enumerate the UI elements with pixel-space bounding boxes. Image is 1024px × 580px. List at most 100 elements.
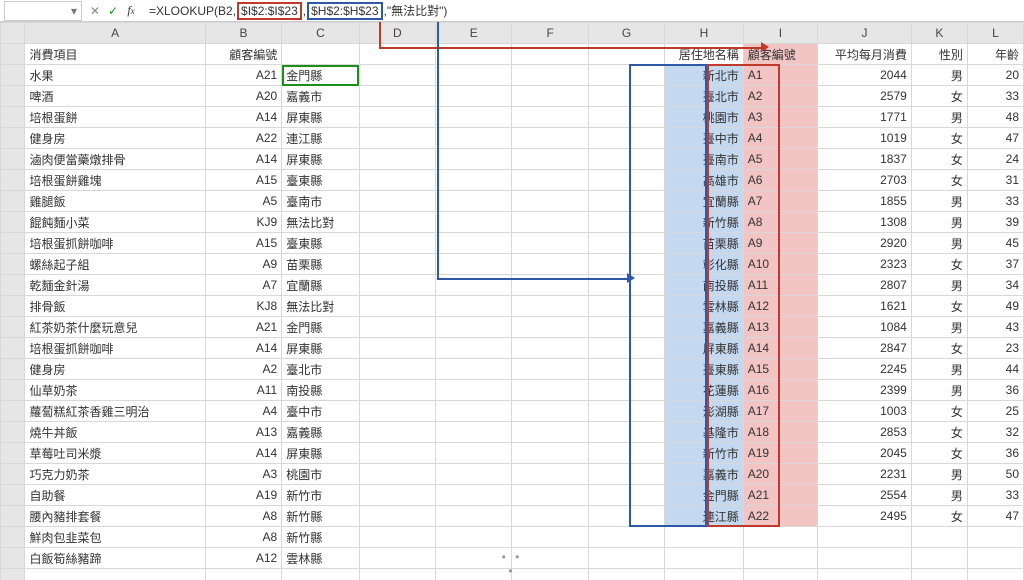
cell[interactable]: [436, 128, 512, 149]
cell[interactable]: 女: [911, 86, 967, 107]
cell[interactable]: A3: [205, 464, 281, 485]
cell[interactable]: 49: [967, 296, 1023, 317]
cell[interactable]: 嘉義縣: [282, 422, 359, 443]
name-box-dropdown-icon[interactable]: ▾: [67, 4, 81, 18]
cell[interactable]: [359, 44, 435, 65]
row-header[interactable]: [1, 128, 25, 149]
cell[interactable]: [512, 506, 588, 527]
cell[interactable]: [359, 275, 435, 296]
row-header[interactable]: [1, 506, 25, 527]
row-header[interactable]: [1, 380, 25, 401]
cell[interactable]: [436, 296, 512, 317]
cell[interactable]: 居住地名稱: [665, 44, 743, 65]
cell[interactable]: 男: [911, 107, 967, 128]
cell[interactable]: 培根蛋抓餅咖啡: [25, 233, 205, 254]
cell[interactable]: A15: [205, 233, 281, 254]
cell[interactable]: 33: [967, 86, 1023, 107]
cell[interactable]: 20: [967, 65, 1023, 86]
select-all[interactable]: [1, 23, 25, 44]
cell[interactable]: [512, 275, 588, 296]
cell[interactable]: A14: [205, 107, 281, 128]
cell[interactable]: 女: [911, 149, 967, 170]
cell[interactable]: [359, 107, 435, 128]
cell[interactable]: 培根蛋餅: [25, 107, 205, 128]
cell[interactable]: 南投縣: [282, 380, 359, 401]
cell[interactable]: A14: [205, 149, 281, 170]
cell[interactable]: 1308: [818, 212, 912, 233]
cell[interactable]: 50: [967, 464, 1023, 485]
col-J[interactable]: J: [818, 23, 912, 44]
cell[interactable]: 啤酒: [25, 86, 205, 107]
col-L[interactable]: L: [967, 23, 1023, 44]
cell[interactable]: [967, 527, 1023, 548]
cell[interactable]: [512, 170, 588, 191]
row-header[interactable]: [1, 527, 25, 548]
cell[interactable]: 女: [911, 401, 967, 422]
cell[interactable]: 金門縣: [282, 65, 359, 86]
cell[interactable]: 紅茶奶茶什麼玩意兒: [25, 317, 205, 338]
cell[interactable]: 平均每月消費: [818, 44, 912, 65]
cell[interactable]: [743, 548, 817, 569]
cell[interactable]: A4: [205, 401, 281, 422]
cell[interactable]: 女: [911, 443, 967, 464]
row-header[interactable]: [1, 464, 25, 485]
cell[interactable]: [818, 527, 912, 548]
confirm-icon[interactable]: ✓: [104, 4, 122, 18]
cell[interactable]: [436, 275, 512, 296]
cell[interactable]: [436, 464, 512, 485]
cell[interactable]: 男: [911, 191, 967, 212]
name-box[interactable]: ▾: [4, 1, 82, 21]
cell[interactable]: 43: [967, 317, 1023, 338]
cell[interactable]: 培根蛋餅雞塊: [25, 170, 205, 191]
col-A[interactable]: A: [25, 23, 205, 44]
cell[interactable]: [359, 170, 435, 191]
cell[interactable]: [359, 317, 435, 338]
cell[interactable]: 2920: [818, 233, 912, 254]
fx-icon[interactable]: fx: [122, 3, 140, 18]
row-header[interactable]: [1, 65, 25, 86]
row-header[interactable]: [1, 359, 25, 380]
cell[interactable]: A22: [205, 128, 281, 149]
cell[interactable]: 36: [967, 443, 1023, 464]
row-header[interactable]: [1, 422, 25, 443]
cell[interactable]: [359, 128, 435, 149]
cell[interactable]: [436, 380, 512, 401]
cell[interactable]: 性別: [911, 44, 967, 65]
formula-input[interactable]: =XLOOKUP(B2, $I$2:$I$23 , $H$2:$H$23 ,"無…: [144, 2, 448, 20]
cell[interactable]: [512, 338, 588, 359]
cell[interactable]: 男: [911, 464, 967, 485]
cell[interactable]: [359, 422, 435, 443]
cell[interactable]: A2: [205, 359, 281, 380]
cell[interactable]: [436, 149, 512, 170]
cell[interactable]: [512, 527, 588, 548]
cell[interactable]: [512, 443, 588, 464]
cell[interactable]: [436, 317, 512, 338]
cell[interactable]: 連江縣: [282, 128, 359, 149]
cell[interactable]: A11: [205, 380, 281, 401]
cell[interactable]: 顧客編號: [205, 44, 281, 65]
cell[interactable]: [818, 548, 912, 569]
cell[interactable]: 1003: [818, 401, 912, 422]
col-I[interactable]: I: [743, 23, 817, 44]
cell[interactable]: 顧客編號: [743, 44, 817, 65]
cell[interactable]: 新竹縣: [282, 506, 359, 527]
cell[interactable]: 47: [967, 128, 1023, 149]
cell[interactable]: [588, 44, 664, 65]
row-header[interactable]: [1, 443, 25, 464]
cell[interactable]: 2495: [818, 506, 912, 527]
cell[interactable]: 男: [911, 317, 967, 338]
cell[interactable]: [512, 422, 588, 443]
cell[interactable]: 燒牛丼飯: [25, 422, 205, 443]
cell[interactable]: 屏東縣: [282, 443, 359, 464]
cell[interactable]: 無法比對: [282, 296, 359, 317]
row-header[interactable]: [1, 107, 25, 128]
cell[interactable]: KJ9: [205, 212, 281, 233]
cell[interactable]: A8: [205, 506, 281, 527]
cell[interactable]: 女: [911, 254, 967, 275]
cell[interactable]: 31: [967, 170, 1023, 191]
cell[interactable]: 女: [911, 338, 967, 359]
cell[interactable]: 屏東縣: [282, 107, 359, 128]
row-header[interactable]: [1, 275, 25, 296]
row-header[interactable]: [1, 170, 25, 191]
cell[interactable]: 男: [911, 380, 967, 401]
